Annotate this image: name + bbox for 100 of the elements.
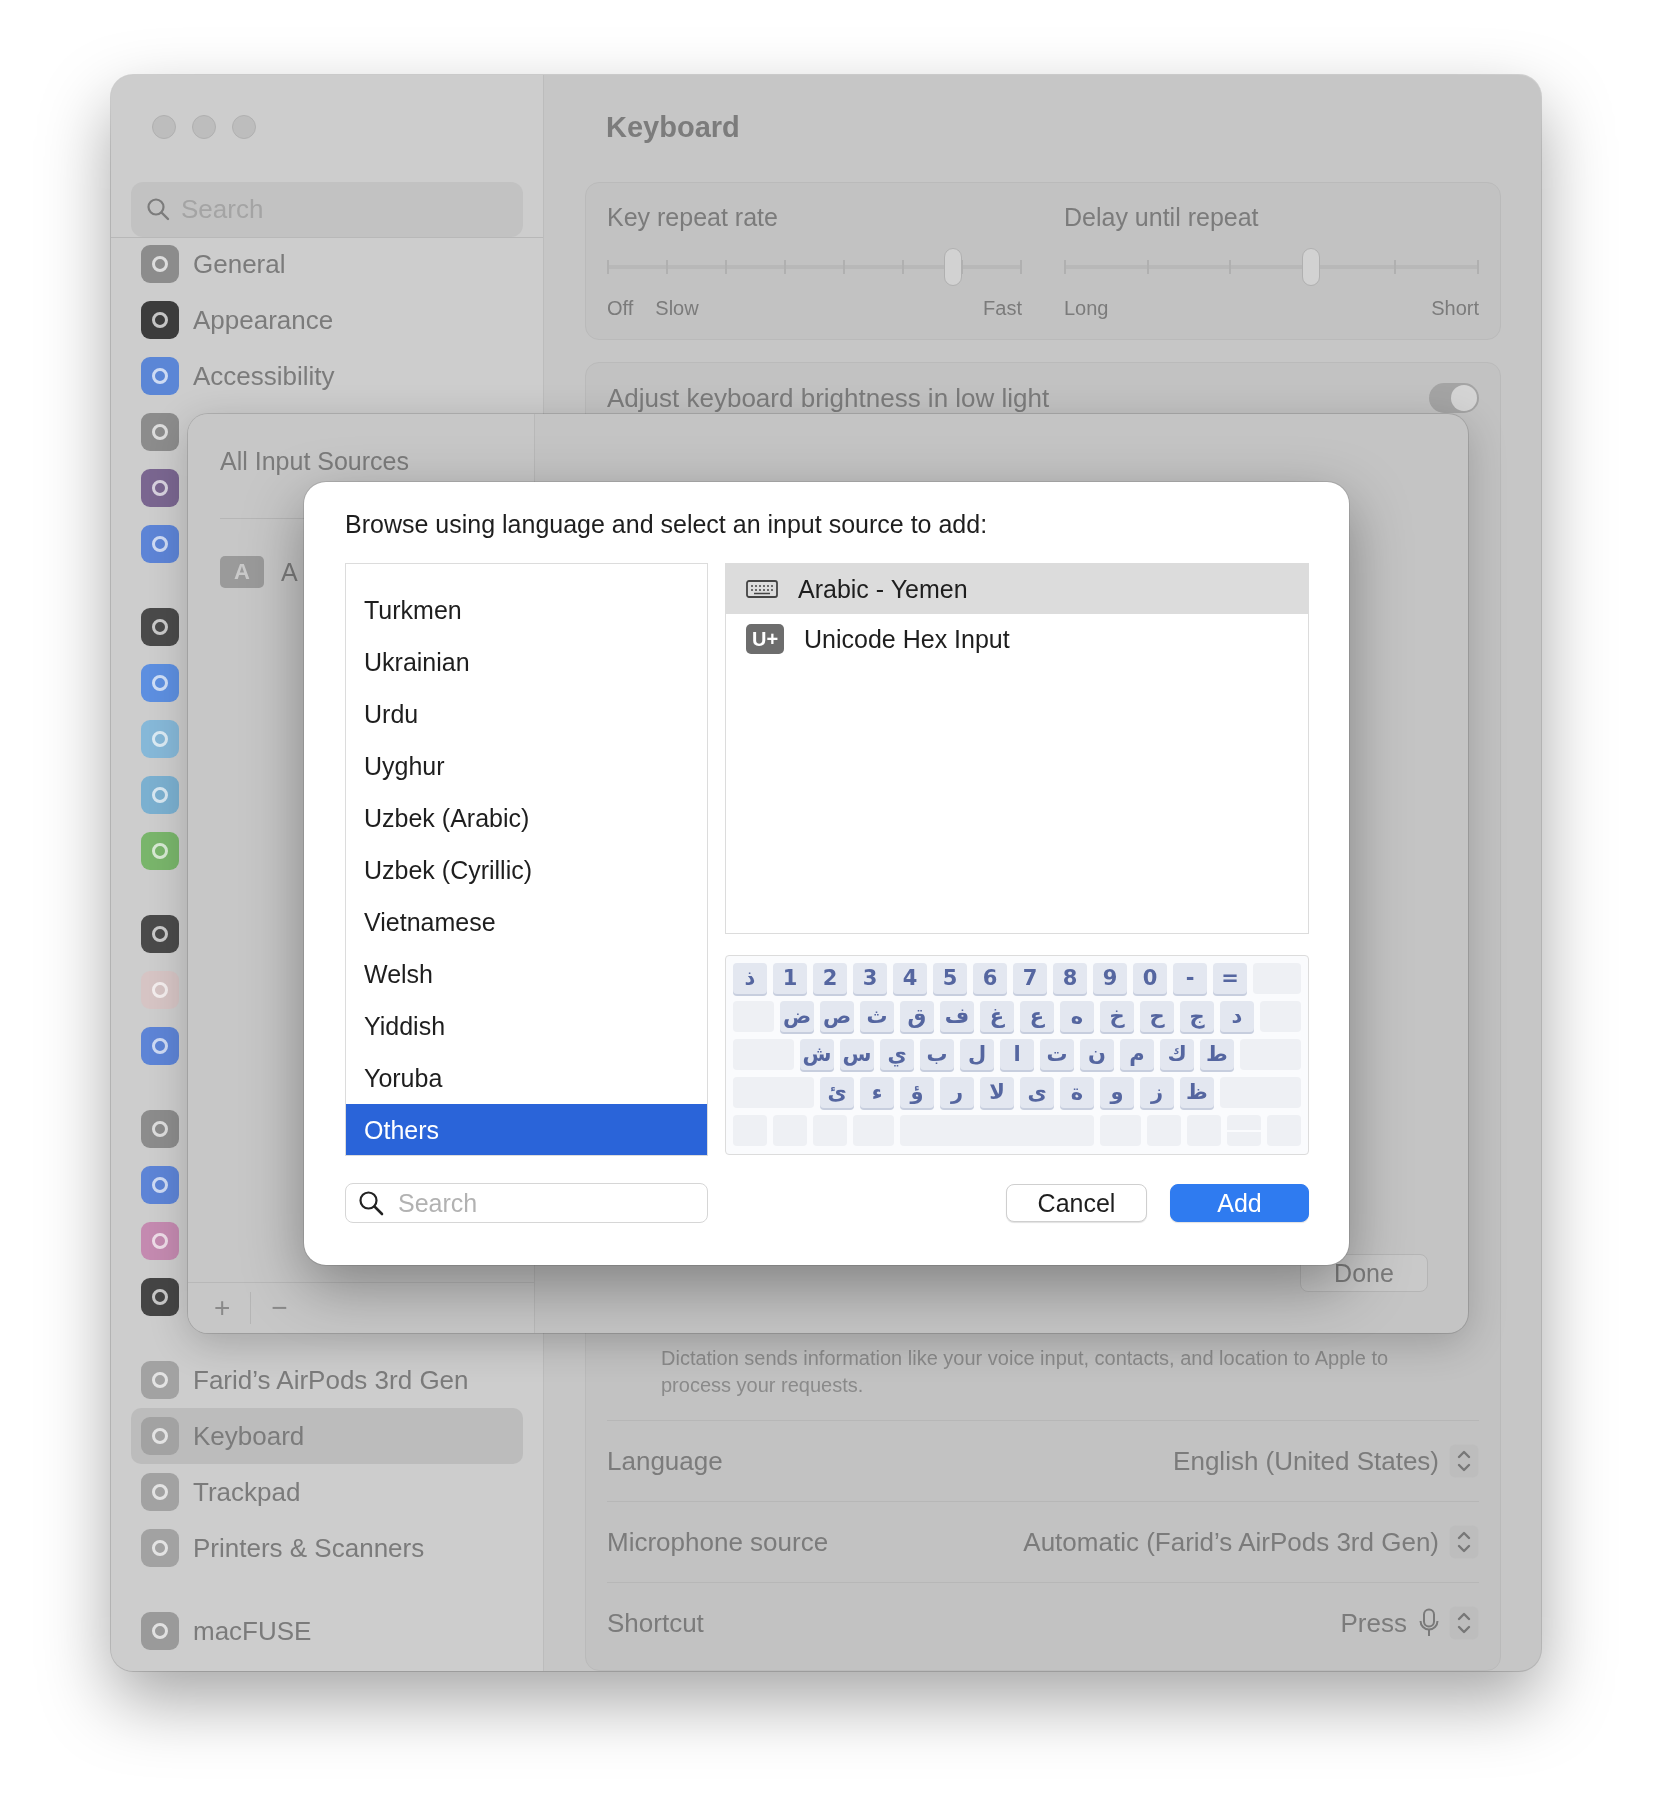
key: ب — [920, 1039, 954, 1070]
language-item[interactable]: Urdu — [346, 688, 707, 740]
language-item[interactable]: Yoruba — [346, 1052, 707, 1104]
input-source-item[interactable]: U+ Unicode Hex Input — [726, 614, 1308, 664]
key: 6 — [973, 963, 1007, 994]
cancel-button[interactable]: Cancel — [1006, 1184, 1147, 1222]
sidebar-item[interactable]: Printers & Scanners — [131, 1520, 523, 1576]
key: ن — [1080, 1039, 1114, 1070]
window-control[interactable] — [192, 115, 216, 139]
key: ض — [780, 1001, 814, 1032]
key: ر — [940, 1077, 974, 1108]
slider-track[interactable] — [607, 248, 1022, 286]
key: 7 — [1013, 963, 1047, 994]
language-item[interactable]: Turkmen — [346, 584, 707, 636]
setting-label: Adjust keyboard brightness in low light — [607, 382, 1050, 414]
key: غ — [980, 1001, 1014, 1032]
sidebar-item[interactable]: Trackpad — [131, 1464, 523, 1520]
toggle-switch[interactable] — [1429, 383, 1479, 413]
key: د — [1220, 1001, 1254, 1032]
key: ص — [820, 1001, 854, 1032]
add-button[interactable]: + — [210, 1292, 235, 1324]
sidebar-item[interactable]: Farid’s AirPods 3rd Gen — [131, 1352, 523, 1408]
key: ت — [1040, 1039, 1074, 1070]
microphone-icon — [1419, 1608, 1439, 1638]
add-button[interactable]: Add — [1170, 1184, 1309, 1222]
key: 9 — [1093, 963, 1127, 994]
language-item[interactable]: Others — [346, 1104, 707, 1155]
window-control[interactable] — [152, 115, 176, 139]
sidebar-item[interactable]: macFUSE — [131, 1603, 523, 1659]
popup-value[interactable]: Automatic (Farid’s AirPods 3rd Gen) — [1023, 1526, 1439, 1558]
key: 5 — [933, 963, 967, 994]
search-icon — [145, 196, 171, 222]
key: ة — [1060, 1077, 1094, 1108]
key: ي — [880, 1039, 914, 1070]
slider-thumb[interactable] — [1302, 248, 1321, 286]
language-item[interactable]: Ukrainian — [346, 636, 707, 688]
key: 2 — [813, 963, 847, 994]
key: 1 — [773, 963, 807, 994]
slider-label: Delay until repeat — [1064, 203, 1260, 232]
key: ث — [860, 1001, 894, 1032]
search-field[interactable]: Search — [345, 1183, 708, 1223]
key: ز — [1140, 1077, 1174, 1108]
sidebar-item[interactable]: Keyboard — [131, 1408, 523, 1464]
key: ه — [1060, 1001, 1094, 1032]
slider-tick-label: Short — [1431, 297, 1479, 320]
language-item[interactable]: Uzbek (Cyrillic) — [346, 844, 707, 896]
key: ع — [1020, 1001, 1054, 1032]
key: س — [840, 1039, 874, 1070]
language-item[interactable]: Welsh — [346, 948, 707, 1000]
key: = — [1213, 963, 1247, 994]
key: 8 — [1053, 963, 1087, 994]
key: 0 — [1133, 963, 1167, 994]
key: لا — [980, 1077, 1014, 1108]
done-button[interactable]: Done — [1300, 1254, 1428, 1292]
key: خ — [1100, 1001, 1134, 1032]
key: ء — [860, 1077, 894, 1108]
window-control[interactable] — [232, 115, 256, 139]
key: ك — [1160, 1039, 1194, 1070]
key: ج — [1180, 1001, 1214, 1032]
key: ى — [1020, 1077, 1054, 1108]
key: 3 — [853, 963, 887, 994]
sheet-title: All Input Sources — [219, 446, 410, 477]
setting-label: Microphone source — [607, 1526, 829, 1558]
slider-label: Key repeat rate — [607, 203, 779, 232]
setting-label: Shortcut — [607, 1607, 704, 1639]
sidebar-item[interactable]: Appearance — [131, 292, 523, 348]
slider-tick-label: Off — [607, 297, 634, 320]
key: ح — [1140, 1001, 1174, 1032]
remove-button[interactable]: − — [267, 1292, 292, 1324]
slider-tick-label: Slow — [655, 297, 699, 320]
popup-value[interactable]: English (United States) — [1173, 1445, 1439, 1477]
input-source-name[interactable]: A — [281, 557, 298, 587]
unicode-badge: U+ — [746, 624, 784, 654]
sidebar-item[interactable]: Accessibility — [131, 348, 523, 404]
key: م — [1120, 1039, 1154, 1070]
language-item[interactable]: Uzbek (Arabic) — [346, 792, 707, 844]
language-item[interactable]: Vietnamese — [346, 896, 707, 948]
input-source-item[interactable]: Arabic - Yemen — [726, 564, 1308, 614]
setting-label: Language — [607, 1445, 723, 1477]
slider-thumb[interactable] — [944, 248, 963, 286]
language-item[interactable]: Uyghur — [346, 740, 707, 792]
search-icon — [357, 1189, 385, 1217]
key: ق — [900, 1001, 934, 1032]
key: ش — [800, 1039, 834, 1070]
key: 4 — [893, 963, 927, 994]
key: - — [1173, 963, 1207, 994]
key: ا — [1000, 1039, 1034, 1070]
popup-value[interactable]: Press — [1340, 1607, 1407, 1639]
key: و — [1100, 1077, 1134, 1108]
slider-tick-label: Long — [1064, 297, 1109, 320]
key: ؤ — [900, 1077, 934, 1108]
keyboard-icon — [746, 579, 778, 599]
language-item[interactable]: Yiddish — [346, 1000, 707, 1052]
sidebar-item[interactable]: General — [131, 238, 523, 292]
key: ئ — [820, 1077, 854, 1108]
key: ذ — [733, 963, 767, 994]
slider-track[interactable] — [1064, 248, 1479, 286]
key: ل — [960, 1039, 994, 1070]
dialog-prompt: Browse using language and select an input source to add: — [345, 510, 989, 540]
key: ف — [940, 1001, 974, 1032]
